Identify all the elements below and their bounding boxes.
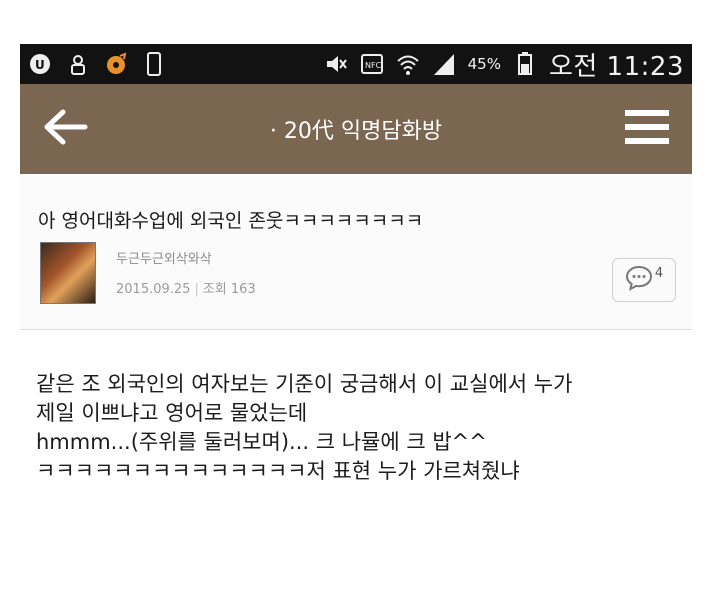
author-name[interactable]: 두근두근외삭와삭 xyxy=(116,248,212,267)
avatar[interactable] xyxy=(40,242,96,304)
body-line: 제일 이쁘냐고 영어로 물었는데 xyxy=(36,401,308,425)
back-button[interactable] xyxy=(20,84,110,174)
post-date: 2015.09.25 xyxy=(116,282,191,297)
svg-text:U: U xyxy=(35,58,45,72)
body-line: 같은 조 외국인의 여자보는 기준이 궁금해서 이 교실에서 누가 xyxy=(36,372,573,396)
comment-button[interactable]: 4 xyxy=(612,258,676,302)
body-line: ㅋㅋㅋㅋㅋㅋㅋㅋㅋㅋㅋㅋㅋㅋ저 표현 누가 가르쳐줬냐 xyxy=(36,459,520,483)
speech-bubble-icon xyxy=(625,265,653,295)
mute-icon xyxy=(324,52,348,76)
clock: 오전 11:23 xyxy=(548,51,684,82)
hamburger-icon xyxy=(623,107,671,151)
view-count: 조회 163 xyxy=(202,282,256,297)
body-line: hmmm...(주위를 둘러보며)... 크 나뮬에 크 밥^^ xyxy=(36,430,487,454)
battery-percent: 45% xyxy=(467,55,501,73)
battery-icon xyxy=(513,52,537,76)
arrow-left-icon xyxy=(41,107,89,151)
music-app-icon xyxy=(104,52,128,76)
status-bar: U NFC 45% 오전 11:23 xyxy=(20,44,692,84)
phone-icon xyxy=(142,52,166,76)
page-title: · 20代 익명담화방 xyxy=(269,119,443,144)
u-plus-icon: U xyxy=(28,52,52,76)
post-header: 아 영어대화수업에 외국인 존웃ㅋㅋㅋㅋㅋㅋㅋㅋ 두근두근외삭와삭 2015.0… xyxy=(20,174,692,330)
lock-person-icon xyxy=(66,52,90,76)
nfc-icon: NFC xyxy=(360,52,384,76)
svg-text:NFC: NFC xyxy=(365,61,382,70)
menu-button[interactable] xyxy=(602,84,692,174)
post-meta: 2015.09.25 | 조회 163 xyxy=(116,282,256,297)
comment-count: 4 xyxy=(654,265,664,281)
signal-icon xyxy=(432,52,456,76)
wifi-icon xyxy=(396,52,420,76)
app-bar: · 20代 익명담화방 xyxy=(20,84,692,174)
post-title: 아 영어대화수업에 외국인 존웃ㅋㅋㅋㅋㅋㅋㅋㅋ xyxy=(38,210,424,232)
post-body: 같은 조 외국인의 여자보는 기준이 궁금해서 이 교실에서 누가 제일 이쁘냐… xyxy=(36,370,676,486)
